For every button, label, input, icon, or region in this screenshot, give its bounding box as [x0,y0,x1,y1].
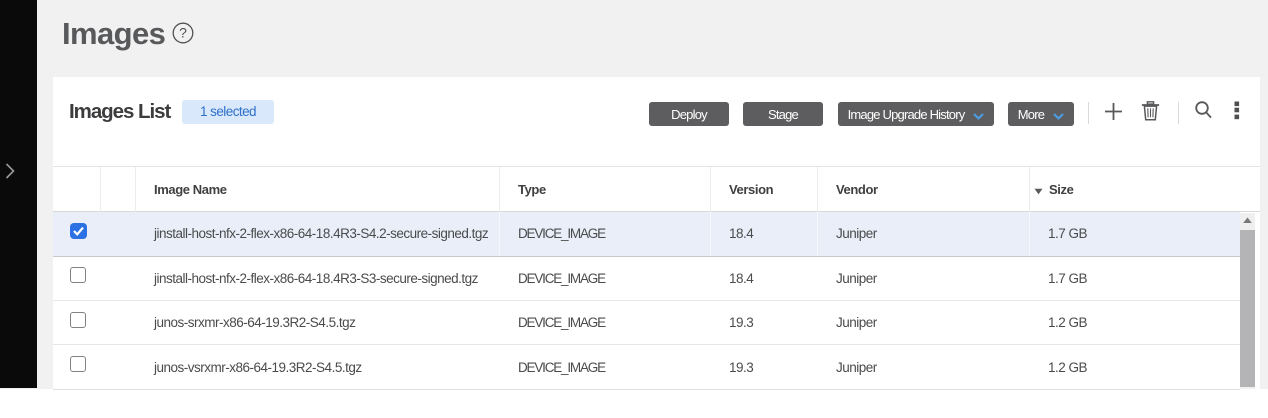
svg-text:?: ? [179,25,187,41]
